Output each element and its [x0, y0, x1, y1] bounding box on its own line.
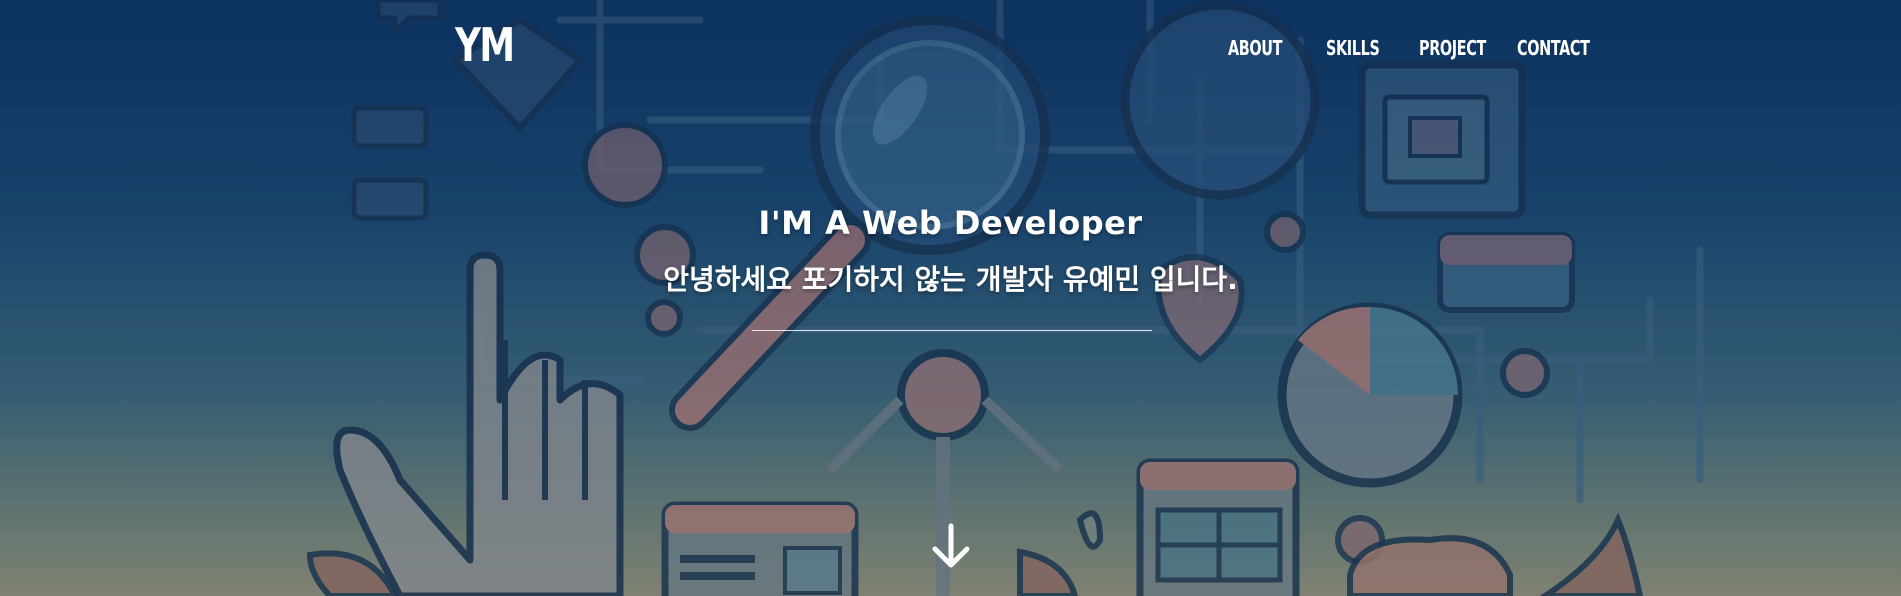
- hero-title: I'M A Web Developer: [758, 204, 1143, 242]
- hero-divider: [752, 330, 1152, 331]
- arrow-down-icon: [932, 523, 970, 568]
- hero-subtitle: 안녕하세요 포기하지 않는 개발자 유예민 입니다.: [663, 263, 1238, 296]
- scroll-down-button[interactable]: [925, 520, 977, 572]
- nav-item-skills[interactable]: SKILLS: [1326, 36, 1380, 60]
- hero-section: YM ABOUT SKILLS PROJECT CONTACT I'M A We…: [0, 0, 1901, 596]
- main-nav: ABOUT SKILLS PROJECT CONTACT: [1200, 36, 1700, 66]
- site-logo[interactable]: YM: [455, 18, 515, 72]
- nav-item-about[interactable]: ABOUT: [1228, 36, 1282, 60]
- hero-overlay: [0, 0, 1901, 596]
- nav-item-contact[interactable]: CONTACT: [1517, 36, 1590, 60]
- nav-item-project[interactable]: PROJECT: [1419, 36, 1486, 60]
